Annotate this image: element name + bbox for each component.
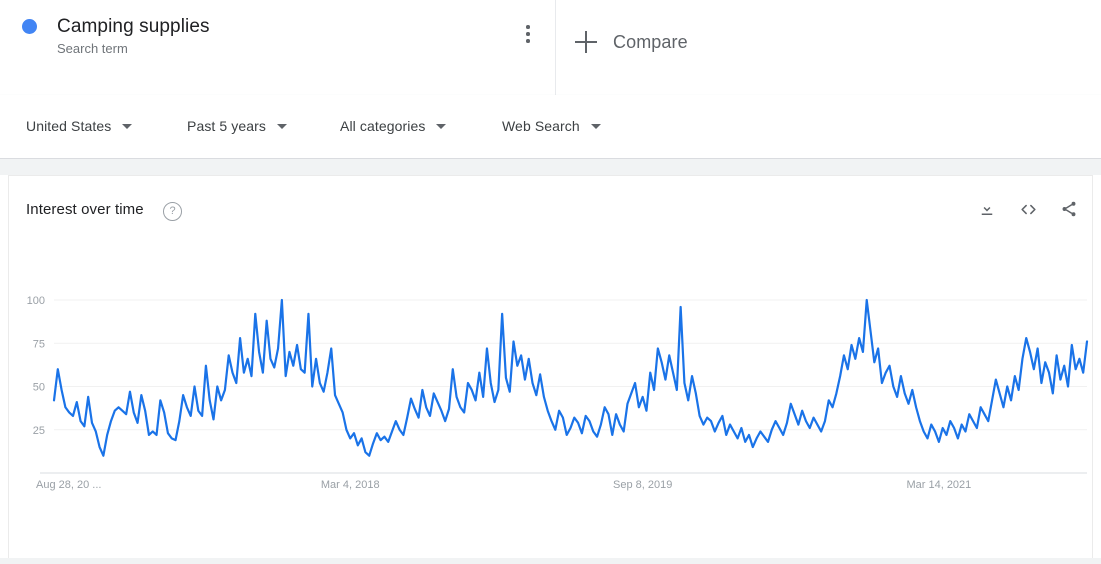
filter-bar: United States Past 5 years All categorie… (0, 95, 1101, 159)
search-term-title: Camping supplies (57, 16, 210, 37)
plus-icon (575, 31, 597, 53)
trends-page: Camping supplies Search term Compare Uni… (0, 0, 1101, 558)
y-axis-tick-label: 75 (33, 338, 45, 350)
trends-line-chart[interactable]: 25 50 75 100 Aug 28, 20 ... Mar 4, 2018 Sep 8,… (9, 176, 1094, 559)
chevron-down-icon (122, 123, 133, 129)
series-color-dot-icon (22, 19, 37, 34)
interest-over-time-card: Interest over time ? 25 50 75 100 Aug 28… (8, 175, 1093, 558)
more-vertical-icon[interactable] (519, 25, 537, 49)
filter-search-type-label: Web Search (502, 118, 580, 134)
x-axis-tick-label: Mar 14, 2021 (906, 479, 971, 491)
filter-search-type[interactable]: Web Search (502, 114, 601, 138)
section-gap (0, 159, 1101, 175)
compare-label: Compare (613, 31, 688, 52)
search-term-card[interactable]: Camping supplies Search term (0, 0, 556, 95)
chart-plot-area: 25 50 75 100 Aug 28, 20 ... Mar 4, 2018 Sep 8,… (9, 176, 1094, 559)
search-term-bar: Camping supplies Search term Compare (0, 0, 1101, 95)
x-axis-tick-label: Sep 8, 2019 (613, 479, 672, 491)
x-axis-tick-label: Aug 28, 20 ... (36, 479, 101, 491)
compare-button[interactable]: Compare (575, 27, 688, 57)
filter-time-range-label: Past 5 years (187, 118, 267, 134)
chevron-down-icon (277, 123, 288, 129)
search-term-subtitle: Search term (57, 41, 128, 56)
filter-location[interactable]: United States (26, 114, 133, 138)
y-axis-tick-label: 50 (33, 382, 45, 394)
x-axis-tick-label: Mar 4, 2018 (321, 479, 380, 491)
y-axis-tick-label: 100 (27, 295, 45, 307)
filter-location-label: United States (26, 118, 112, 134)
chart-line-series[interactable] (52, 298, 1089, 457)
y-axis-tick-label: 25 (33, 425, 45, 437)
filter-time-range[interactable]: Past 5 years (187, 114, 288, 138)
chevron-down-icon (590, 123, 601, 129)
chevron-down-icon (436, 123, 447, 129)
filter-category[interactable]: All categories (340, 114, 447, 138)
filter-category-label: All categories (340, 118, 426, 134)
